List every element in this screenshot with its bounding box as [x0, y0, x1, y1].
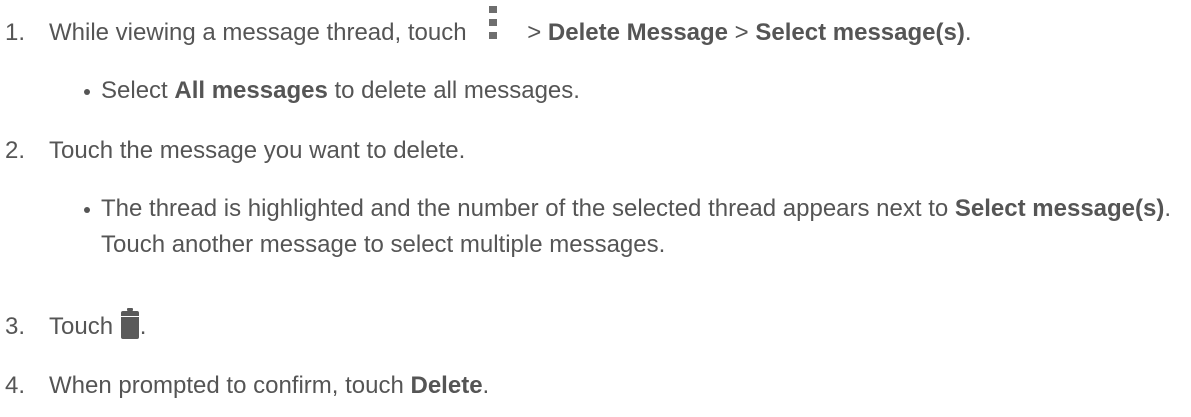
bullet — [84, 207, 90, 213]
step-number: 4. — [5, 372, 26, 399]
step-number: 1. — [5, 19, 26, 46]
select-messages-label: Select message(s) — [755, 19, 965, 46]
step-number: 3. — [5, 313, 26, 340]
step-number: 2. — [5, 137, 26, 164]
step-text: Touch the message you want to delete. — [49, 137, 466, 164]
step-text: While viewing a message thread, touch > … — [49, 6, 972, 48]
select-messages-label: Select message(s) — [954, 195, 1165, 222]
bullet-text: The thread is highlighted and the number… — [101, 195, 1172, 258]
bullet-text: Select All messages to delete all messag… — [101, 77, 580, 104]
trash-icon — [120, 308, 140, 340]
menu-icon — [488, 6, 499, 40]
bullet — [84, 89, 90, 95]
step-text: When prompted to confirm, touch Delete. — [49, 372, 490, 399]
step-text: Touch . — [49, 308, 146, 342]
all-messages-label: All messages — [174, 77, 328, 104]
delete-label: Delete — [410, 372, 483, 399]
delete-message-label: Delete Message — [547, 19, 729, 46]
